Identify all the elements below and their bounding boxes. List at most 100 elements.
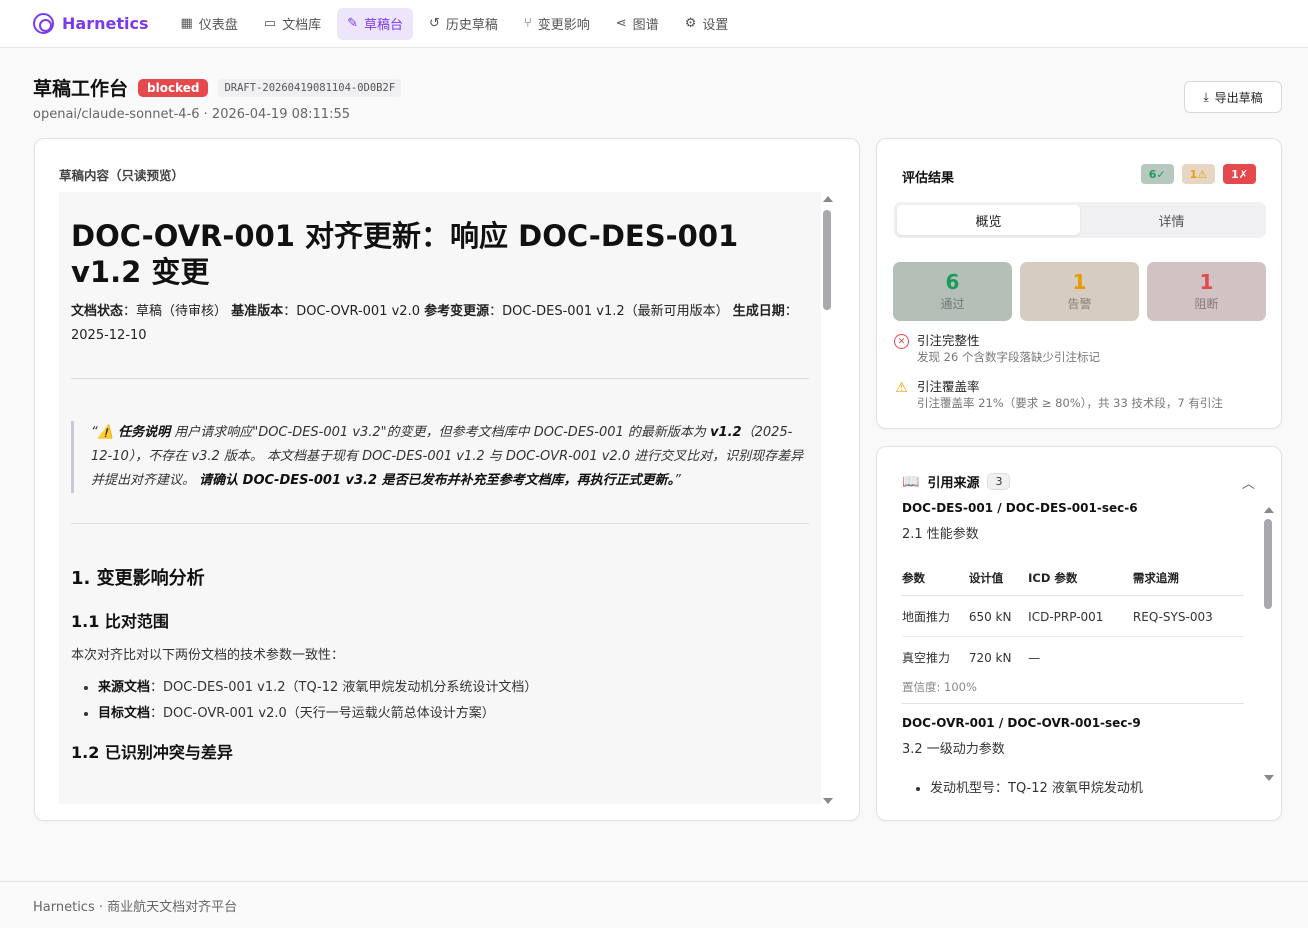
evaluation-chips: 6✓ 1⚠ 1✗ [1140,164,1256,184]
scroll-down-icon[interactable] [823,798,833,804]
stat-number: 1 [1072,270,1087,294]
meta-value: ：DOC-OVR-001 v2.0 [283,304,420,319]
share-icon: ⋖ [615,16,627,31]
evaluation-tabs: 概览 详情 [894,202,1266,238]
meta-value: ：草稿（待审核） [123,304,228,319]
source-table: 参数 设计值 ICD 参数 需求追溯 地面推力 650 kN ICD-PRP-0… [902,570,1244,677]
nav-item-label: 文档库 [282,18,322,33]
evaluation-title: 评估结果 [902,171,955,186]
export-draft-button[interactable]: ⤓ 导出草稿 [1184,81,1282,113]
download-icon: ⤓ [1203,89,1209,104]
table-cell: 720 kN [968,650,1012,665]
stat-warn: 1 告警 [1020,262,1139,321]
scroll-up-icon[interactable] [1264,507,1274,513]
meta-label: 参考变更源 [424,304,490,319]
status-badge: blocked [138,78,209,97]
nav-item-label: 变更影响 [537,18,590,33]
chevron-up-icon[interactable]: ︿ [1242,473,1255,492]
table-cell: REQ-SYS-003 [1132,595,1244,637]
quote-bold: 请确认 DOC-DES-001 v3.2 是否已发布并补充至参考文档库，再执行正… [199,473,675,488]
tab-details[interactable]: 详情 [1080,205,1263,235]
source-bullets: 发动机型号：TQ-12 液氧甲烷发动机 [902,777,1244,796]
draft-preview-card: 草稿内容（只读预览） DOC-OVR-001 对齐更新：响应 DOC-DES-0… [34,138,860,821]
quote-bold: v1.2 [710,425,742,440]
page-title: 草稿工作台 [33,78,129,100]
issue-desc: 发现 26 个含数字段落缺少引注标记 [917,350,1100,364]
table-cell: 真空推力 [902,651,951,665]
draft-icon: ✎ [347,16,358,31]
stat-block: 1 阻断 [1147,262,1266,321]
brand[interactable]: Harnetics [33,13,148,34]
issue-item: ⚠ 引注覆盖率 引注覆盖率 21%（要求 ≥ 80%），共 33 技术段，7 有… [894,379,1223,412]
stat-label: 告警 [1067,297,1092,311]
tab-overview[interactable]: 概览 [897,205,1080,235]
stat-number: 1 [1199,270,1214,294]
stat-label: 通过 [940,297,965,311]
preview-scrollbar[interactable] [819,194,835,806]
table-header: ICD 参数 [1028,570,1133,596]
nav-item-label: 设置 [702,18,729,33]
divider [71,523,809,524]
scroll-thumb[interactable] [1264,519,1272,609]
nav-item-graph[interactable]: ⋖ 图谱 [606,8,669,40]
nav-item-settings[interactable]: ⚙ 设置 [675,8,739,40]
preview-label: 草稿内容（只读预览） [59,168,185,183]
stat-pass: 6 通过 [893,262,1012,321]
doc-title: DOC-OVR-001 对齐更新：响应 DOC-DES-001 v1.2 变更 [71,219,739,289]
issue-desc: 引注覆盖率 21%（要求 ≥ 80%），共 33 技术段，7 有引注 [917,396,1223,410]
evaluation-card: 评估结果 6✓ 1⚠ 1✗ 概览 详情 6 通过 1 告警 1 阻断 ✕ 引注完… [876,138,1282,429]
list-item-value: ：DOC-DES-001 v1.2（TQ-12 液氧甲烷发动机分系统设计文档） [150,680,538,695]
table-header: 参数 [902,570,969,596]
nav-item-dashboard[interactable]: ▦ 仪表盘 [170,8,247,40]
branch-icon: ⑂ [523,16,532,31]
scroll-thumb[interactable] [823,210,831,310]
confidence-label: 置信度: 100% [902,679,1244,704]
nav-item-impact[interactable]: ⑂ 变更影响 [514,8,600,40]
quote-text: 用户请求响应"DOC-DES-001 v3.2"的变更，但参考文档库中 DOC-… [170,425,711,440]
evaluation-stats: 6 通过 1 告警 1 阻断 [893,262,1266,321]
nav-item-label: 仪表盘 [198,18,238,33]
meta-label: 生成日期 [732,304,785,319]
footer-text: Harnetics · 商业航天文档对齐平台 [33,899,238,915]
table-header: 需求追溯 [1132,570,1244,596]
table-cell: ICD-PRP-001 [1028,595,1133,637]
source-section: 2.1 性能参数 [902,527,979,542]
list-item: 目标文档：DOC-OVR-001 v2.0（天行一号运载火箭总体设计方案） [98,701,809,727]
table-cell: — [1028,650,1041,665]
list-item-label: 目标文档 [98,706,151,721]
sources-header[interactable]: 📖 引用来源 3 [902,472,1011,491]
gear-icon: ⚙ [684,16,697,31]
pass-chip: 6✓ [1140,164,1174,184]
page-header: 草稿工作台 blocked DRAFT-20260419081104-0D0B2… [33,74,402,122]
grid-icon: ▦ [180,16,193,31]
issue-item: ✕ 引注完整性 发现 26 个含数字段落缺少引注标记 [894,333,1100,366]
brand-name: Harnetics [62,14,149,33]
meta-value: ：DOC-DES-001 v1.2（最新可用版本） [489,304,729,319]
sources-list[interactable]: DOC-DES-001 / DOC-DES-001-sec-6 2.1 性能参数… [902,501,1244,796]
nav-item-label: 草稿台 [364,18,404,33]
scroll-down-icon[interactable] [1264,775,1274,781]
sources-scrollbar[interactable] [1261,505,1277,781]
table-cell: 650 kN [968,595,1029,637]
draft-preview[interactable]: DOC-OVR-001 对齐更新：响应 DOC-DES-001 v1.2 变更 … [59,192,821,804]
source-ref: DOC-DES-001 / DOC-DES-001-sec-6 [902,501,1138,515]
book-open-icon: 📖 [902,473,920,490]
issue-title: 引注完整性 [917,333,980,348]
meta-label: 基准版本 [231,304,284,319]
scroll-up-icon[interactable] [823,196,833,202]
paragraph: 本次对齐比对以下两份文档的技术参数一致性： [71,648,345,663]
list-item-value: ：DOC-OVR-001 v2.0（天行一号运载火箭总体设计方案） [150,706,495,721]
quote-text: ” [674,473,681,488]
list-item: 来源文档：DOC-DES-001 v1.2（TQ-12 液氧甲烷发动机分系统设计… [98,675,809,701]
stat-number: 6 [945,270,960,294]
sources-card: 📖 引用来源 3 ︿ DOC-DES-001 / DOC-DES-001-sec… [876,446,1282,821]
nav-item-history[interactable]: ↺ 历史草稿 [419,8,508,40]
list-item: 发动机型号：TQ-12 液氧甲烷发动机 [930,777,1244,796]
subsection-heading: 1.2 已识别冲突与差异 [71,743,233,762]
draft-id-badge: DRAFT-20260419081104-0D0B2F [218,78,402,97]
nav-item-documents[interactable]: ▭ 文档库 [254,8,331,40]
logo-icon [33,13,54,34]
divider [71,378,809,379]
nav-item-draft[interactable]: ✎ 草稿台 [337,7,414,40]
nav-item-label: 图谱 [632,18,659,33]
